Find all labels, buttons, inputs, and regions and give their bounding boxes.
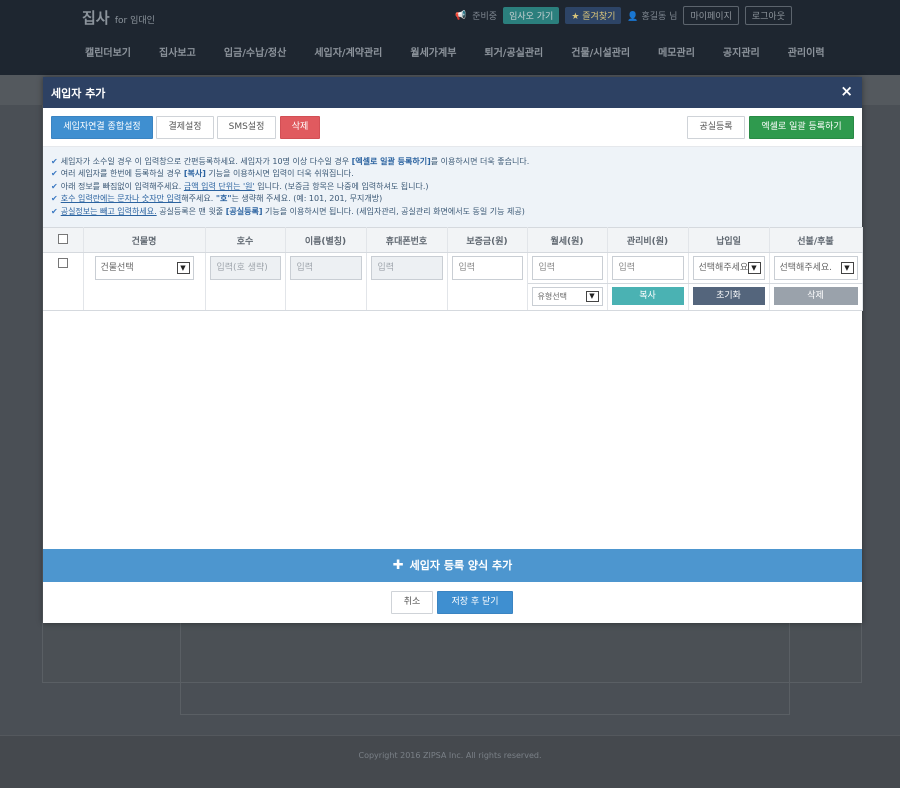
- chevron-down-icon: ▼: [176, 262, 190, 274]
- building-select[interactable]: 건물선택 ▼: [94, 256, 194, 280]
- mypage-button[interactable]: 마이페이지: [683, 6, 739, 25]
- close-icon[interactable]: ×: [840, 82, 853, 100]
- page-footer: Copyright 2016 ZIPSA Inc. All rights res…: [0, 735, 900, 788]
- tenant-go-button[interactable]: 임사오 가기: [503, 7, 560, 24]
- sms-settings-button[interactable]: SMS설정: [217, 116, 276, 139]
- check-icon: ✔: [51, 157, 58, 166]
- notice-line: ✔ 세입자가 소수일 경우 이 입력창으로 간편등록하세요. 세입자가 10명 이…: [51, 157, 530, 166]
- logo: 집사 for 임대인: [82, 9, 155, 27]
- type-select[interactable]: 유형선택 ▼: [531, 287, 603, 306]
- megaphone-icon: 📢: [455, 10, 467, 21]
- utility-bar: 📢 준비중 임사오 가기 ★ 즐겨찾기 👤 홍길동 님 마이페이지 로그아웃: [455, 6, 792, 25]
- check-icon: ✔: [51, 194, 58, 204]
- tenant-table: 건물명 호수 이름(별칭) 휴대폰번호 보증금(원) 월세(원) 관리비(원) …: [43, 227, 863, 311]
- nav-item[interactable]: 집사보고: [159, 44, 196, 59]
- copy-cell: 복사: [607, 283, 689, 311]
- delete-button[interactable]: 삭제: [280, 116, 320, 139]
- column-header: 호수: [205, 227, 286, 253]
- content-inner-panel: [180, 620, 790, 715]
- nav-item[interactable]: 퇴거/공실관리: [484, 44, 543, 59]
- save-close-button[interactable]: 저장 후 닫기: [437, 591, 513, 614]
- check-icon: ✔: [51, 181, 58, 191]
- reset-button[interactable]: 초기화: [692, 287, 765, 305]
- row-check-cell: [43, 252, 84, 311]
- nav-item[interactable]: 메모관리: [658, 44, 695, 59]
- prepay-select[interactable]: 선택해주세요. ▼: [773, 256, 858, 280]
- nav-item[interactable]: 공지관리: [723, 44, 760, 59]
- nav-item[interactable]: 관리이력: [788, 44, 825, 59]
- excel-register-button[interactable]: 엑셀로 일괄 등록하기: [749, 116, 854, 139]
- copy-button[interactable]: 복사: [611, 287, 684, 305]
- unit-input[interactable]: 입력(호 생략): [209, 256, 281, 280]
- payment-settings-button[interactable]: 결제설정: [156, 116, 214, 139]
- nav-item[interactable]: 세입자/계약관리: [314, 44, 382, 59]
- chevron-down-icon: ▼: [747, 262, 761, 274]
- notice-line: ✔ 호수 입력란에는 문자나 숫자만 입력해주세요. "호"는 생략해 주세요. …: [51, 194, 383, 204]
- reset-cell: 초기화: [688, 283, 770, 311]
- deposit-cell: 입력: [447, 252, 528, 311]
- payday-cell: 선택해주세요. ▼: [688, 252, 770, 284]
- cancel-button[interactable]: 취소: [391, 591, 433, 614]
- rent-cell: 입력: [527, 252, 608, 284]
- chevron-down-icon: ▼: [840, 262, 854, 274]
- fee-input[interactable]: 입력: [611, 256, 684, 280]
- main-nav: 캘린더보기 집사보고 입금/수납/정산 세입자/계약관리 월세가계부 퇴거/공실…: [85, 44, 853, 59]
- name-cell: 입력: [285, 252, 367, 311]
- deposit-input[interactable]: 입력: [451, 256, 523, 280]
- add-form-button[interactable]: ✚ 세입자 등록 양식 추가: [43, 549, 862, 582]
- logout-button[interactable]: 로그아웃: [744, 6, 792, 25]
- building-cell: 건물선택 ▼: [83, 252, 206, 311]
- rent-input[interactable]: 입력: [531, 256, 603, 280]
- copyright: Copyright 2016 ZIPSA Inc. All rights res…: [358, 751, 542, 760]
- phone-cell: 입력: [366, 252, 448, 311]
- notice-line: ✔ 공실정보는 빼고 입력하세요. 공실등록은 맨 윗줄 [공실등록] 기능을 이…: [51, 206, 525, 216]
- select-all-cell: [43, 227, 84, 253]
- column-header: 관리비(원): [607, 227, 689, 253]
- table-row: 건물선택 ▼ 입력(호 생략) 입력 입력 입력 입력 입력 선택해주세요. ▼ 선…: [43, 252, 863, 311]
- modal-title: 세입자 추가: [51, 87, 106, 100]
- user-name: 👤 홍길동 님: [627, 12, 678, 22]
- phone-input[interactable]: 입력: [370, 256, 443, 280]
- table-header: 건물명 호수 이름(별칭) 휴대폰번호 보증금(원) 월세(원) 관리비(원) …: [43, 227, 863, 253]
- notice-box: ✔ 세입자가 소수일 경우 이 입력창으로 간편등록하세요. 세입자가 10명 이…: [43, 147, 862, 227]
- column-header: 건물명: [83, 227, 206, 253]
- column-header: 납입일: [688, 227, 770, 253]
- top-header: 집사 for 임대인 📢 준비중 임사오 가기 ★ 즐겨찾기 👤 홍길동 님 마…: [0, 0, 900, 75]
- column-header: 휴대폰번호: [366, 227, 448, 253]
- unit-cell: 입력(호 생략): [205, 252, 286, 311]
- notice-line: ✔ 아래 정보를 빠짐없이 입력해주세요. 금액 입력 단위는 '원' 입니다. …: [51, 181, 429, 191]
- modal-header: 세입자 추가 ×: [43, 77, 862, 108]
- row-delete-button[interactable]: 삭제: [773, 287, 858, 305]
- name-input[interactable]: 입력: [289, 256, 362, 280]
- prepay-cell: 선택해주세요. ▼: [769, 252, 863, 284]
- link-settings-button[interactable]: 세입자연결 종합설정: [51, 116, 153, 139]
- column-header: 보증금(원): [447, 227, 528, 253]
- payday-select[interactable]: 선택해주세요. ▼: [692, 256, 765, 280]
- row-checkbox[interactable]: [57, 258, 68, 268]
- chevron-down-icon: ▼: [585, 291, 599, 302]
- column-header: 선불/후불: [769, 227, 863, 253]
- check-icon: ✔: [51, 206, 58, 216]
- type-cell: 유형선택 ▼: [527, 283, 608, 311]
- column-header: 월세(원): [527, 227, 608, 253]
- fee-cell: 입력: [607, 252, 689, 284]
- nav-item[interactable]: 입금/수납/정산: [224, 44, 287, 59]
- vacancy-register-button[interactable]: 공실등록: [687, 116, 745, 139]
- check-icon: ✔: [51, 169, 58, 179]
- nav-item[interactable]: 캘린더보기: [85, 44, 131, 59]
- plus-icon: ✚: [392, 558, 404, 573]
- status-badge: 준비중: [472, 12, 498, 22]
- row-delete-cell: 삭제: [769, 283, 863, 311]
- select-all-checkbox[interactable]: [57, 233, 68, 244]
- favorites-button[interactable]: ★ 즐겨찾기: [565, 7, 622, 24]
- modal-toolbar: 세입자연결 종합설정 결제설정 SMS설정 삭제 공실등록 엑셀로 일괄 등록하…: [43, 108, 862, 147]
- nav-item[interactable]: 건물/시설관리: [571, 44, 630, 59]
- notice-line: ✔ 여러 세입자를 한번에 등록하실 경우 [복사] 기능을 이용하시면 입력이 …: [51, 169, 354, 179]
- column-header: 이름(별칭): [285, 227, 367, 253]
- nav-item[interactable]: 월세가계부: [410, 44, 456, 59]
- add-tenant-modal: 세입자 추가 × 세입자연결 종합설정 결제설정 SMS설정 삭제 공실등록 엑…: [43, 77, 863, 623]
